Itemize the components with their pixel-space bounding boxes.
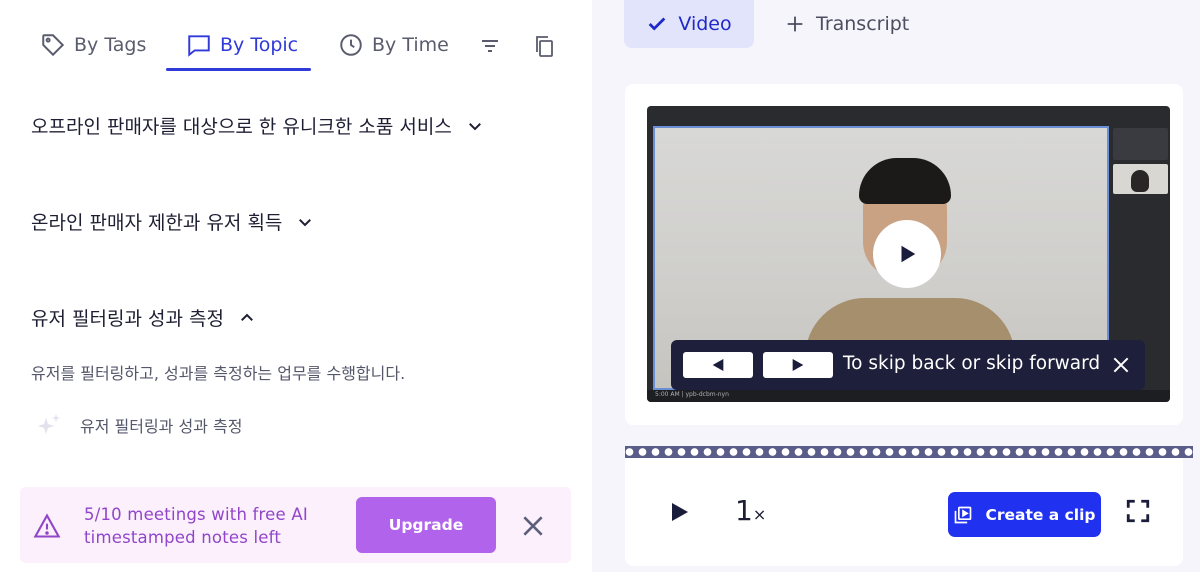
clock-icon — [340, 34, 362, 56]
check-icon — [649, 17, 666, 31]
timeline-markers — [625, 448, 1193, 456]
video-card: 5:00 AM | ypb-dcbm-nyn To skip back or s… — [625, 84, 1183, 425]
topic-item[interactable]: 오프라인 판매자를 대상으로 한 유니크한 소품 서비스 — [31, 112, 484, 139]
topic-title: 유저 필터링과 성과 측정 — [31, 308, 224, 330]
play-icon — [901, 245, 916, 263]
meeting-footer-text: 5:00 AM | ypb-dcbm-nyn — [655, 391, 729, 398]
player-panel: Video Transcript 5:00 AM | ypb-dcbm-nyn — [592, 0, 1200, 572]
copy-icon — [536, 36, 553, 57]
close-icon[interactable] — [520, 513, 546, 539]
topic-item-expanded[interactable]: 유저 필터링과 성과 측정 — [31, 304, 256, 331]
skip-forward-button[interactable] — [763, 352, 833, 378]
chevron-down-icon — [299, 218, 312, 226]
chat-bubble-icon — [188, 35, 210, 57]
subtopic-label: 유저 필터링과 성과 측정 — [80, 417, 243, 436]
create-clip-label: Create a clip — [985, 505, 1096, 524]
tab-by-time-label: By Time — [372, 34, 449, 56]
tab-by-tags-label: By Tags — [74, 34, 147, 56]
tag-icon — [42, 34, 65, 57]
speed-value: 1 — [735, 494, 753, 527]
tab-transcript[interactable]: Transcript — [784, 0, 909, 48]
speed-suffix: × — [752, 505, 767, 524]
filter-icon — [482, 40, 498, 52]
topic-title: 오프라인 판매자를 대상으로 한 유니크한 소품 서비스 — [31, 116, 452, 138]
create-clip-button[interactable]: Create a clip — [948, 492, 1101, 537]
subtopic-item[interactable]: 유저 필터링과 성과 측정 — [36, 412, 242, 438]
player-controls: 1× Create a clip — [625, 458, 1183, 566]
chevron-up-icon — [240, 313, 253, 321]
upgrade-button[interactable]: Upgrade — [356, 497, 496, 553]
timeline-track[interactable] — [625, 446, 1193, 458]
participant-tile — [1113, 128, 1168, 160]
speaker-hair — [859, 158, 951, 204]
skip-hint-bar: To skip back or skip forward — [671, 340, 1145, 390]
banner-text: 5/10 meetings with free AI timestamped n… — [84, 505, 308, 547]
skip-back-button[interactable] — [683, 352, 753, 378]
participant-head — [1131, 170, 1149, 192]
tab-transcript-label: Transcript — [816, 13, 910, 35]
skip-hint-text: To skip back or skip forward — [843, 353, 1101, 374]
clip-icon — [955, 506, 972, 523]
tab-video[interactable]: Video — [624, 0, 754, 48]
copy-button[interactable] — [530, 32, 558, 60]
arrow-left-icon — [712, 359, 724, 371]
active-tab-indicator — [166, 68, 311, 71]
participant-tile — [1113, 164, 1168, 194]
topic-title: 온라인 판매자 제한과 유저 획득 — [31, 212, 283, 234]
warning-icon — [33, 513, 61, 538]
topic-item[interactable]: 온라인 판매자 제한과 유저 획득 — [31, 208, 314, 235]
arrow-right-icon — [792, 359, 804, 371]
filter-button[interactable] — [476, 32, 504, 60]
meeting-footer: 5:00 AM | ypb-dcbm-nyn — [647, 390, 1170, 402]
play-icon[interactable] — [667, 500, 691, 524]
view-tabs: By Tags By Topic By Time — [0, 0, 592, 80]
tab-by-time[interactable]: By Time — [338, 30, 449, 60]
chevron-down-icon — [468, 122, 481, 130]
tab-by-tags[interactable]: By Tags — [40, 30, 146, 60]
tab-by-topic-label: By Topic — [220, 34, 299, 56]
fullscreen-icon[interactable] — [1125, 498, 1151, 524]
plus-icon — [787, 16, 803, 32]
sparkle-icon — [38, 414, 60, 434]
video-player[interactable]: 5:00 AM | ypb-dcbm-nyn To skip back or s… — [647, 106, 1170, 402]
upgrade-banner: 5/10 meetings with free AI timestamped n… — [20, 487, 571, 563]
tab-video-label: Video — [678, 13, 732, 35]
tab-by-topic[interactable]: By Topic — [186, 30, 298, 60]
topic-description: 유저를 필터링하고, 성과를 측정하는 업무를 수행합니다. — [31, 364, 406, 383]
playback-speed[interactable]: 1× — [735, 494, 766, 527]
topics-panel: By Tags By Topic By Time 오프라인 판매자를 대상으로 … — [0, 0, 592, 572]
big-play-button[interactable] — [873, 220, 941, 288]
close-icon[interactable] — [1111, 355, 1131, 375]
